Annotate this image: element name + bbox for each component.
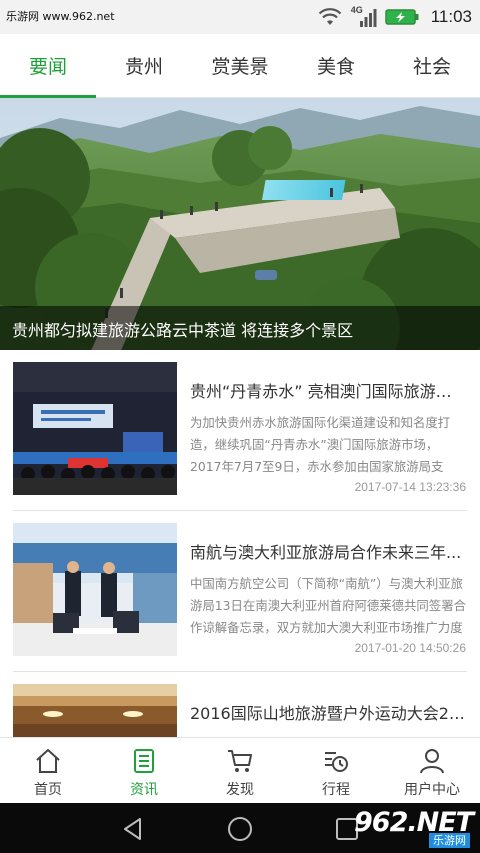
news-title: 贵州“丹青赤水” 亮相澳门国际旅游博...: [190, 382, 466, 401]
news-date: 2017-07-14 13:23:36: [354, 480, 466, 494]
news-thumbnail: [13, 362, 177, 495]
nav-label: 资讯: [130, 782, 158, 798]
app-screen: 乐游网 www.962.net 4G 11:03 要闻 贵州 赏美景 美食 社会…: [0, 0, 480, 853]
nav-user-center[interactable]: 用户中心: [384, 738, 480, 803]
status-bar: 乐游网 www.962.net 4G 11:03: [0, 0, 480, 34]
user-icon: [420, 749, 444, 774]
back-icon[interactable]: [118, 814, 148, 844]
nav-label: 首页: [34, 782, 62, 798]
system-nav-bar: 962.NET 乐游网: [0, 803, 480, 853]
tab-headlines[interactable]: 要闻: [0, 34, 96, 98]
news-item[interactable]: 南航与澳大利亚旅游局合作未来三年... 中国南方航空公司（下简称“南航”）与澳大…: [0, 511, 480, 672]
nav-discover[interactable]: 发现: [192, 738, 288, 803]
brand-watermark: 962.NET 乐游网: [354, 807, 474, 849]
tab-guizhou[interactable]: 贵州: [96, 34, 192, 97]
site-watermark: 乐游网 www.962.net: [6, 10, 115, 23]
nav-label: 行程: [322, 782, 350, 798]
schedule-icon: [325, 752, 348, 772]
clock: 11:03: [430, 7, 472, 26]
home-icon: [36, 749, 60, 773]
news-summary: 中国南方航空公司（下简称“南航”）与澳大利亚旅游局13日在南澳大利亚州首府阿德莱…: [190, 576, 466, 635]
nav-news[interactable]: 资讯: [96, 738, 192, 803]
nav-label: 用户中心: [404, 782, 460, 798]
tab-scenery[interactable]: 赏美景: [192, 34, 288, 97]
hero-caption: 贵州都匀拟建旅游公路云中茶道 将连接多个景区: [0, 306, 480, 350]
nav-label: 发现: [226, 782, 254, 798]
news-title: 南航与澳大利亚旅游局合作未来三年...: [190, 543, 462, 562]
tab-food[interactable]: 美食: [288, 34, 384, 97]
watermark-sub: 乐游网: [429, 833, 470, 848]
news-thumbnail: [13, 523, 177, 656]
hero-banner[interactable]: 贵州都匀拟建旅游公路云中茶道 将连接多个景区: [0, 98, 480, 350]
status-icons: 4G 11:03: [317, 4, 472, 30]
nav-itinerary[interactable]: 行程: [288, 738, 384, 803]
news-date: 2017-01-20 14:50:26: [354, 641, 466, 655]
cart-icon: [228, 750, 252, 772]
tab-society[interactable]: 社会: [384, 34, 480, 97]
news-title: 2016国际山地旅游暨户外运动大会22...: [190, 704, 466, 723]
signal-icon: 4G: [351, 5, 377, 28]
home-button-icon[interactable]: [225, 814, 255, 844]
bottom-nav: 首页 资讯 发现 行程 用户中心: [0, 737, 480, 803]
battery-icon: [384, 9, 419, 25]
wifi-icon: [318, 8, 341, 25]
news-summary: 为加快贵州赤水旅游国际化渠道建设和知名度打造，继续巩固“丹青赤水”澳门国际旅游市…: [190, 415, 451, 474]
category-tabs: 要闻 贵州 赏美景 美食 社会: [0, 34, 480, 98]
news-item[interactable]: 贵州“丹青赤水” 亮相澳门国际旅游博... 为加快贵州赤水旅游国际化渠道建设和知…: [0, 350, 480, 511]
news-icon: [134, 749, 154, 773]
nav-home[interactable]: 首页: [0, 738, 96, 803]
